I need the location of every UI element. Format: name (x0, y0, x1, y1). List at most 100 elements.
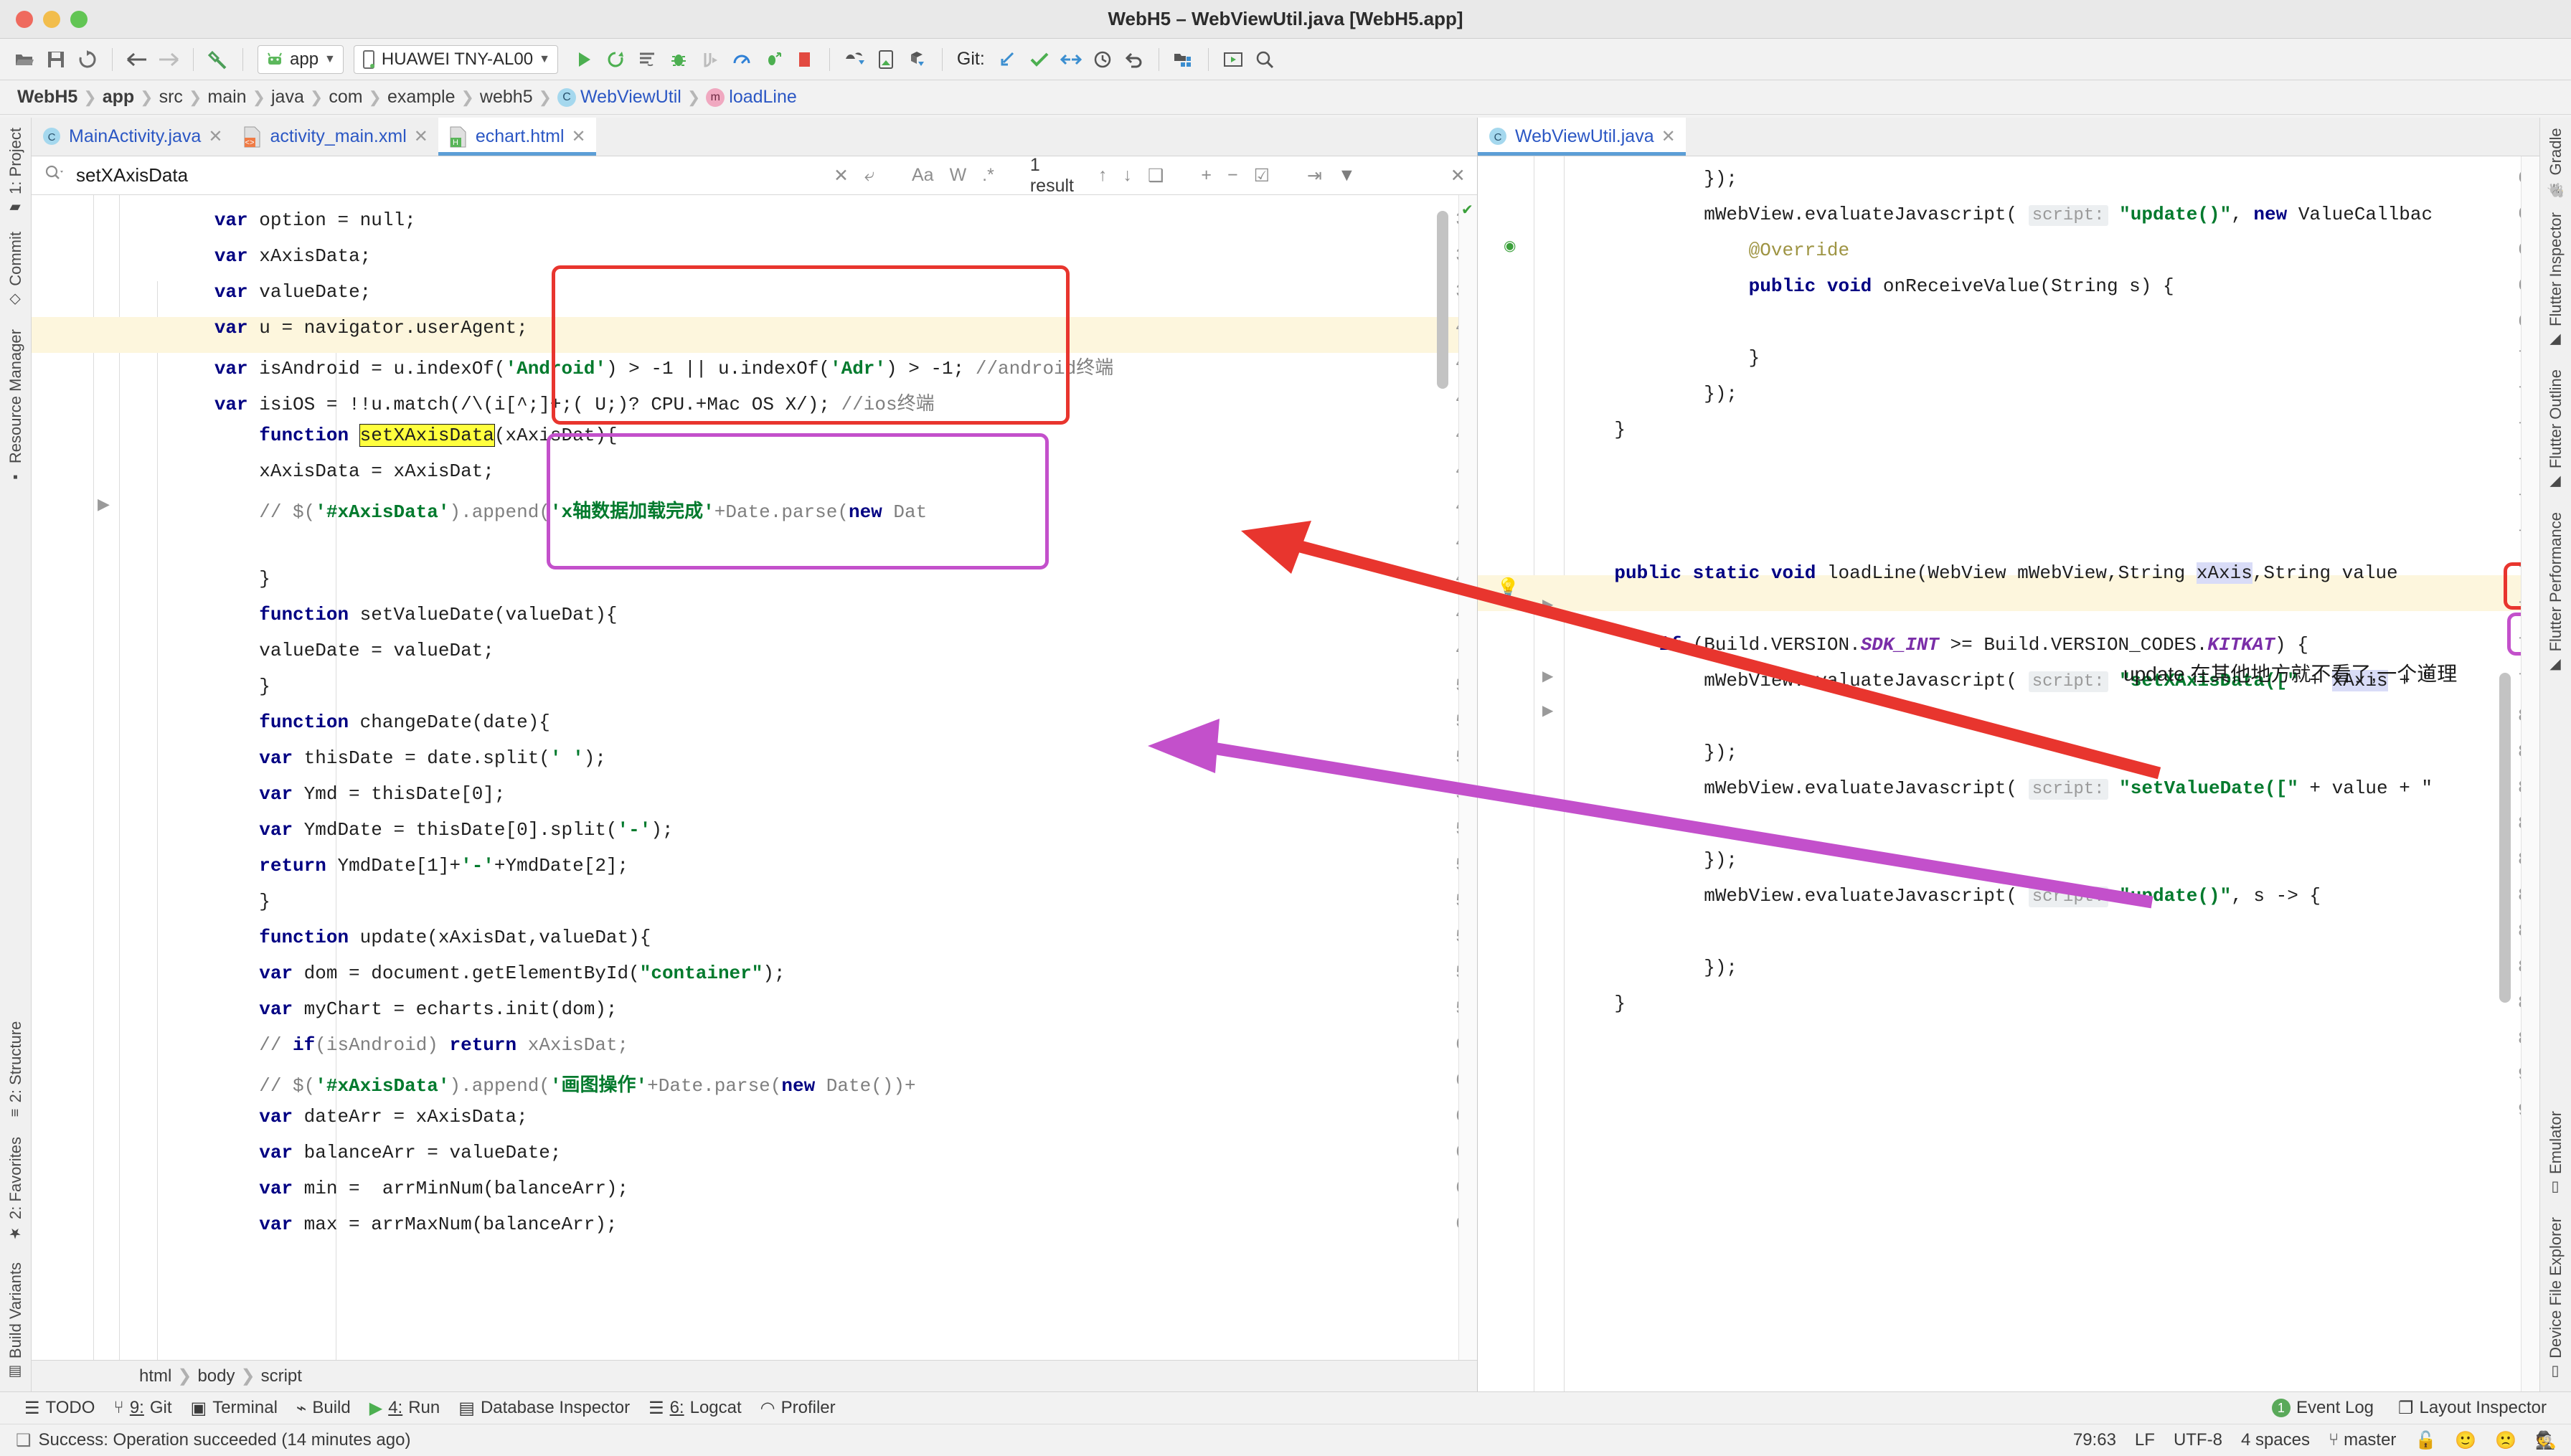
sdk-manager-icon[interactable] (872, 45, 900, 74)
code-line[interactable]: // $('#xAxisData').append('画图操作'+Date.pa… (125, 1070, 915, 1097)
window-controls[interactable] (0, 10, 88, 28)
editor-tab-activity-main-xml[interactable]: <> activity_main.xml ✕ (232, 118, 438, 156)
back-arrow-icon[interactable] (123, 45, 151, 74)
maximize-window-button[interactable] (70, 10, 88, 28)
close-icon[interactable]: ✕ (208, 126, 222, 147)
code-line[interactable]: }); (1570, 849, 1737, 871)
code-line[interactable]: // if(isAndroid) return xAxisDat; (125, 1034, 628, 1056)
unlocked-icon[interactable]: 🔓 (2415, 1430, 2436, 1451)
code-line[interactable]: var isAndroid = u.indexOf('Android') > -… (125, 353, 1113, 379)
intention-bulb-icon[interactable]: 💡 (1496, 577, 1519, 599)
sync-icon[interactable] (73, 45, 102, 74)
left-editor-tabs[interactable]: C MainActivity.java ✕ <> activity_main.x… (32, 118, 1477, 156)
bottom-breadcrumb-script[interactable]: script (261, 1366, 302, 1386)
debug-icon[interactable] (664, 45, 693, 74)
code-line[interactable]: // $('#xAxisData').append('x轴数据加载完成'+Dat… (125, 496, 927, 523)
caret-position[interactable]: 79:63 (2073, 1430, 2116, 1450)
right-error-stripe[interactable] (2521, 156, 2539, 1391)
code-line[interactable]: public static void loadLine(WebView mWeb… (1570, 562, 2398, 584)
code-line[interactable]: mWebView.evaluateJavascript( script: "up… (1570, 885, 2321, 907)
breadcrumb-item-8[interactable]: C WebViewUtil (553, 87, 686, 108)
main-toolbar[interactable]: app ▼ HUAWEI TNY-AL00 ▼ Git: (0, 39, 2571, 80)
code-line[interactable]: function changeDate(date){ (125, 712, 550, 733)
code-line[interactable]: } (1570, 347, 1760, 369)
line-separator[interactable]: LF (2135, 1430, 2155, 1450)
sidebar-item-commit[interactable]: ◇ Commit (6, 222, 25, 319)
breadcrumb-item-7[interactable]: webh5 (476, 87, 537, 108)
bottom-item-logcat[interactable]: ☰ 6: Logcat (648, 1398, 742, 1419)
code-line[interactable]: } (1570, 419, 1626, 440)
select-all-occurrences-icon[interactable]: ❑ (1143, 165, 1168, 186)
code-line[interactable]: if (Build.VERSION.SDK_INT >= Build.VERSI… (1570, 634, 2308, 656)
code-line[interactable]: } (125, 676, 270, 697)
close-icon-4[interactable]: ✕ (1661, 126, 1676, 147)
close-icon-2[interactable]: ✕ (414, 126, 428, 147)
bottom-item-build[interactable]: ⌁ Build (296, 1398, 351, 1419)
code-line[interactable]: var dom = document.getElementById("conta… (125, 963, 785, 984)
code-line[interactable]: mWebView.evaluateJavascript( script: "up… (1570, 204, 2433, 226)
code-line[interactable]: return YmdDate[1]+'-'+YmdDate[2]; (125, 855, 628, 876)
profiler-icon[interactable] (727, 45, 756, 74)
sidebar-item-structure[interactable]: ≡ 2: Structure (6, 1011, 25, 1127)
match-case-icon[interactable]: Aa (907, 165, 938, 186)
breadcrumb-item-5[interactable]: com (324, 87, 367, 108)
regex-icon[interactable]: .* (978, 165, 999, 186)
rerun-icon[interactable] (601, 45, 630, 74)
code-line[interactable]: xAxisData = xAxisDat; (125, 460, 494, 482)
left-tool-window-strip[interactable]: ▰ 1: Project ◇ Commit ▪ Resource Manager… (0, 118, 32, 1391)
code-line[interactable]: }); (1570, 957, 1737, 978)
code-line[interactable]: var valueDate; (125, 281, 371, 303)
bottom-item-run[interactable]: ▶ 4: Run (369, 1398, 440, 1419)
code-line[interactable]: }); (1570, 168, 1737, 189)
code-line[interactable]: var thisDate = date.split(' '); (125, 747, 606, 769)
stop-icon[interactable] (791, 45, 819, 74)
left-bottom-breadcrumb[interactable]: html ❯ body ❯ script (32, 1360, 1477, 1391)
left-error-stripe[interactable]: ✔ (1458, 195, 1477, 1360)
code-line[interactable]: }); (1570, 383, 1737, 405)
history-icon[interactable]: ⤶ (860, 165, 879, 186)
method-override-icon[interactable]: ◉ (1504, 237, 1516, 255)
bottom-item-event-log[interactable]: 1 Event Log (2271, 1398, 2374, 1419)
run-configuration-selector[interactable]: app ▼ (258, 44, 344, 74)
run-icon[interactable] (570, 45, 598, 74)
editor-tab-mainactivity[interactable]: C MainActivity.java ✕ (32, 118, 233, 156)
prev-occurrence-icon[interactable]: ↑ (1094, 165, 1112, 186)
revert-icon[interactable] (1120, 45, 1148, 74)
breadcrumb-item-0[interactable]: WebH5 (13, 87, 82, 108)
open-folder-icon[interactable] (10, 45, 39, 74)
sidebar-item-favorites[interactable]: ★ 2: Favorites (6, 1127, 25, 1252)
project-structure-icon[interactable] (1169, 45, 1198, 74)
bottom-tool-window-bar[interactable]: ☰ TODO ⑂ 9: Git ▣ Terminal ⌁ Build ▶ 4: … (0, 1391, 2571, 1424)
add-line-icon[interactable]: + (1197, 165, 1216, 186)
apply-changes-icon[interactable] (633, 45, 661, 74)
forward-arrow-icon[interactable] (154, 45, 183, 74)
bottom-item-database-inspector[interactable]: ▤ Database Inspector (458, 1398, 630, 1419)
sidebar-item-device-file-explorer[interactable]: ▯ Device File Explorer (2547, 1207, 2565, 1391)
history-icon[interactable] (1088, 45, 1117, 74)
code-line[interactable]: } (125, 891, 270, 912)
remove-line-icon[interactable]: − (1223, 165, 1242, 186)
sync-project-icon[interactable] (903, 45, 932, 74)
code-line[interactable]: var option = null; (125, 209, 416, 231)
right-vertical-scrollbar[interactable] (2499, 673, 2511, 1003)
toggle-line-icon[interactable]: ☑ (1250, 165, 1274, 186)
commit-icon[interactable] (1025, 45, 1054, 74)
next-occurrence-icon[interactable]: ↓ (1118, 165, 1136, 186)
sad-face-icon[interactable]: 🙁 (2495, 1430, 2516, 1451)
left-vertical-scrollbar[interactable] (1437, 211, 1448, 389)
sidebar-item-flutter-inspector[interactable]: ◤ Flutter Inspector (2547, 202, 2565, 359)
bottom-item-git[interactable]: ⑂ 9: Git (113, 1398, 171, 1418)
right-code-area[interactable]: 6465666768697071727374757677787980818283… (1478, 156, 2539, 1391)
code-line[interactable]: var xAxisData; (125, 245, 371, 267)
breadcrumb-item-1[interactable]: app (98, 87, 138, 108)
push-icon[interactable] (1057, 45, 1085, 74)
fold-arrow-icon-4[interactable]: ▶ (1542, 701, 1553, 719)
code-line[interactable]: @Override (1570, 240, 1849, 261)
find-toolbar[interactable]: setXAxisData ✕ ⤶ Aa W .* 1 result ↑ ↓ ❑ … (32, 155, 1477, 196)
sidebar-item-resource-manager[interactable]: ▪ Resource Manager (6, 319, 25, 495)
right-editor-tabs[interactable]: C WebViewUtil.java ✕ (1478, 118, 2539, 156)
code-line[interactable]: valueDate = valueDat; (125, 640, 494, 661)
search-input[interactable]: setXAxisData (76, 164, 822, 186)
code-line[interactable]: function setXAxisData(xAxisDat){ (125, 424, 618, 447)
code-line[interactable]: var max = arrMaxNum(balanceArr); (125, 1214, 617, 1235)
